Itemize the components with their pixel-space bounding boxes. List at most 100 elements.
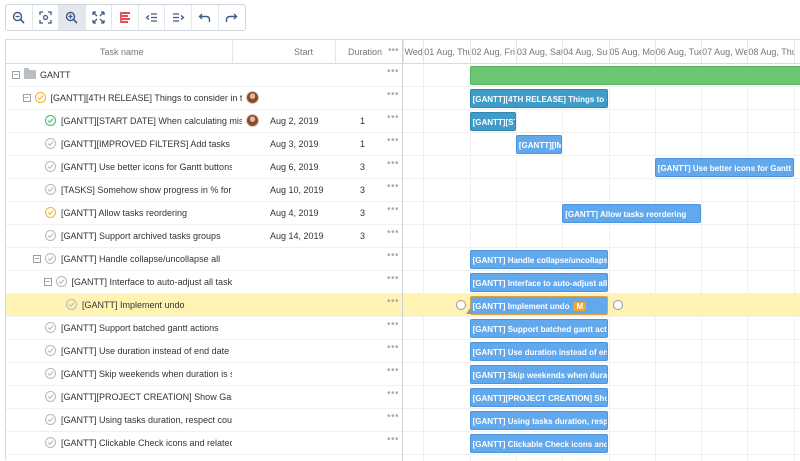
column-header-start[interactable]: Start [294, 47, 313, 57]
task-bar[interactable]: [GANTT] Handle collapse/uncollapse a [469, 250, 609, 269]
row-more-icon[interactable]: ••• [387, 181, 399, 192]
task-bar[interactable]: [GANTT] Support batched gantt actions [469, 319, 609, 338]
critical-path-button[interactable] [112, 5, 139, 30]
task-bar[interactable]: [GANTT] Using tasks duration, respect [469, 411, 609, 430]
dependency-handle-start[interactable] [455, 300, 466, 310]
status-check-icon[interactable] [55, 276, 67, 287]
task-name[interactable]: [GANTT] Implement undo [82, 300, 232, 310]
task-bar[interactable] [469, 66, 800, 85]
row-more-icon[interactable]: ••• [387, 296, 399, 307]
zoom-in-button[interactable] [59, 5, 86, 30]
task-name[interactable]: GANTT [40, 70, 232, 80]
status-check-icon[interactable] [45, 138, 56, 149]
task-bar[interactable]: [GANTT][IMF [515, 135, 563, 154]
status-check-icon[interactable] [45, 437, 56, 448]
row-more-icon[interactable]: ••• [387, 204, 399, 215]
row-more-icon[interactable]: ••• [387, 434, 399, 445]
task-name[interactable]: [GANTT] Interface to auto-adjust all tas… [72, 277, 233, 287]
task-bar[interactable]: [GANTT] Implement undo M [469, 296, 609, 315]
task-bar[interactable]: [GANTT][PROJECT CREATION] Show G [469, 388, 609, 407]
status-check-icon[interactable] [45, 391, 56, 402]
task-row[interactable]: [GANTT] Using tasks duration, respect co… [6, 409, 402, 432]
task-name[interactable]: [GANTT] Skip weekends when duration is s… [61, 369, 232, 379]
task-bar[interactable]: [GANTT] Interface to auto-adjust all ta [469, 273, 609, 292]
status-check-icon[interactable] [45, 322, 56, 333]
task-name[interactable]: [GANTT] Support batched gantt actions [61, 323, 232, 333]
row-more-icon[interactable]: ••• [387, 250, 399, 261]
task-row[interactable]: [GANTT] Implement undo ••• [6, 294, 402, 317]
row-more-icon[interactable]: ••• [387, 89, 399, 100]
task-row[interactable]: [GANTT] Use duration instead of end date… [6, 340, 402, 363]
status-check-icon[interactable] [45, 230, 56, 241]
row-more-icon[interactable]: ••• [387, 273, 399, 284]
task-row[interactable]: [TASKS] Somehow show progress in % for t… [6, 179, 402, 202]
column-header-duration[interactable]: Duration [348, 47, 382, 57]
redo-button[interactable] [219, 5, 246, 30]
row-more-icon[interactable]: ••• [387, 66, 399, 77]
row-more-icon[interactable]: ••• [387, 319, 399, 330]
task-row[interactable]: [GANTT] Skip weekends when duration is s… [6, 363, 402, 386]
undo-button[interactable] [192, 5, 219, 30]
task-bar[interactable]: [GANTT][4TH RELEASE] Things to cons [469, 89, 609, 108]
status-check-icon[interactable] [45, 414, 56, 425]
status-check-icon[interactable] [45, 345, 56, 356]
task-row[interactable]: [GANTT][PROJECT CREATION] Show Gantt op •… [6, 386, 402, 409]
task-bar[interactable]: [GANTT] Clickable Check icons and rel [469, 434, 609, 453]
collapse-toggle-icon[interactable]: − [22, 94, 31, 102]
collapse-toggle-icon[interactable]: − [33, 255, 41, 263]
status-check-icon[interactable] [45, 115, 56, 126]
task-row[interactable]: [GANTT][START DATE] When calculating mis… [6, 110, 402, 133]
task-name[interactable]: [GANTT] Support archived tasks groups [61, 231, 232, 241]
outdent-button[interactable] [139, 5, 166, 30]
row-more-icon[interactable]: ••• [387, 388, 399, 399]
status-check-icon[interactable] [45, 184, 56, 195]
task-name[interactable]: [TASKS] Somehow show progress in % for t… [61, 185, 232, 195]
task-row[interactable]: − [GANTT] Handle collapse/uncollapse all •… [6, 248, 402, 271]
task-row[interactable]: [GANTT] Support batched gantt actions ••• [6, 317, 402, 340]
column-header-task-name[interactable]: Task name [100, 47, 144, 57]
fullscreen-button[interactable] [86, 5, 113, 30]
row-more-icon[interactable]: ••• [387, 112, 399, 123]
task-row[interactable]: [GANTT] Support archived tasks groups Aug… [6, 225, 402, 248]
task-row[interactable]: [GANTT][IMPROVED FILTERS] Add tasks grou… [6, 133, 402, 156]
status-check-icon[interactable] [66, 299, 77, 310]
task-name[interactable]: [GANTT] Allow tasks reordering [61, 208, 232, 218]
progress-drag-icon[interactable] [465, 308, 474, 314]
status-check-icon[interactable] [45, 207, 56, 218]
task-name[interactable]: [GANTT][4TH RELEASE] Things to consider … [51, 93, 243, 103]
row-more-icon[interactable]: ••• [387, 227, 399, 238]
task-name[interactable]: [GANTT] Use better icons for Gantt butto… [61, 162, 232, 172]
collapse-toggle-icon[interactable]: − [12, 71, 20, 79]
task-name[interactable]: [GANTT][IMPROVED FILTERS] Add tasks grou… [61, 139, 232, 149]
task-bar[interactable]: [GANTT] Use duration instead of end da [469, 342, 609, 361]
task-bar[interactable]: [GANTT] Allow tasks reordering [562, 204, 702, 223]
task-row[interactable]: − GANTT ••• [6, 64, 402, 87]
task-row[interactable]: − [GANTT] Interface to auto-adjust all ta… [6, 271, 402, 294]
header-more-icon[interactable]: ••• [388, 45, 399, 56]
task-row[interactable]: [GANTT] Clickable Check icons and relate… [6, 432, 402, 455]
task-row[interactable]: [GANTT] Use better icons for Gantt butto… [6, 156, 402, 179]
status-check-icon[interactable] [34, 92, 46, 103]
task-name[interactable]: [GANTT] Clickable Check icons and relate… [61, 438, 232, 448]
status-check-icon[interactable] [45, 368, 56, 379]
task-name[interactable]: [GANTT] Using tasks duration, respect co… [61, 415, 232, 425]
task-bar[interactable]: [GANTT][STA [469, 112, 516, 131]
task-name[interactable]: [GANTT][PROJECT CREATION] Show Gantt op [61, 392, 232, 402]
task-bar[interactable]: [GANTT] Use better icons for Gantt but [654, 158, 794, 177]
status-check-icon[interactable] [45, 161, 56, 172]
row-more-icon[interactable]: ••• [387, 135, 399, 146]
row-more-icon[interactable]: ••• [387, 411, 399, 422]
row-more-icon[interactable]: ••• [387, 158, 399, 169]
row-more-icon[interactable]: ••• [387, 342, 399, 353]
indent-button[interactable] [165, 5, 192, 30]
task-bar[interactable]: [GANTT] Skip weekends when duration [469, 365, 609, 384]
row-more-icon[interactable]: ••• [387, 365, 399, 376]
task-name[interactable]: [GANTT][START DATE] When calculating mis… [61, 116, 242, 126]
zoom-out-button[interactable] [6, 5, 33, 30]
task-row[interactable]: [GANTT] Allow tasks reordering Aug 4, 201… [6, 202, 402, 225]
task-row[interactable]: − [GANTT][4TH RELEASE] Things to consider… [6, 87, 402, 110]
collapse-toggle-icon[interactable]: − [43, 278, 52, 286]
status-check-icon[interactable] [45, 253, 56, 264]
zoom-to-fit-button[interactable] [33, 5, 60, 30]
task-name[interactable]: [GANTT] Use duration instead of end date [61, 346, 232, 356]
